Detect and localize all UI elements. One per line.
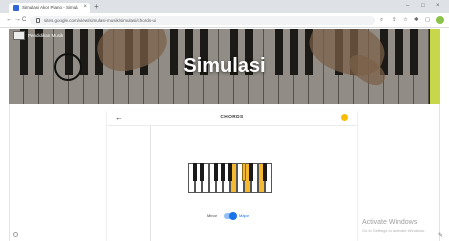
page-title: Simulasi xyxy=(183,55,266,77)
piano-black-key[interactable] xyxy=(263,163,267,181)
maximize-button[interactable]: □ xyxy=(421,1,425,11)
activation-watermark-title: Activate Windows xyxy=(362,219,418,226)
address-bar[interactable]: sites.google.com/view/simulasi-musik/sim… xyxy=(30,16,375,25)
piano-black-key[interactable] xyxy=(193,163,197,181)
major-label[interactable]: Major xyxy=(239,211,249,221)
site-name: Pendidikan Musik xyxy=(28,33,64,38)
sidebar-icon[interactable]: ▢ xyxy=(425,17,430,24)
panel-divider xyxy=(150,126,151,241)
bookmark-star-icon[interactable]: ☆ xyxy=(403,17,408,24)
back-button[interactable]: ← xyxy=(6,16,13,24)
url-text: sites.google.com/view/simulasi-musik/sim… xyxy=(44,18,157,23)
browser-tab[interactable]: Simulasi Akor Piano - Simulasi × xyxy=(9,3,90,13)
forward-button[interactable]: → xyxy=(14,16,21,24)
piano-black-key[interactable] xyxy=(221,163,225,181)
hero-banner: Pendidikan Musik Simulasi xyxy=(9,29,440,104)
toggle-knob xyxy=(229,212,237,220)
activation-watermark-subtitle: Go to Settings to activate Windows. xyxy=(362,228,426,233)
zoom-icon[interactable]: ⌕ xyxy=(380,17,383,24)
panel-header: ← CHORDS xyxy=(107,110,357,126)
major-minor-toggle[interactable] xyxy=(224,212,237,220)
share-icon[interactable]: ⇪ xyxy=(392,17,397,24)
settings-icon[interactable] xyxy=(13,232,18,237)
piano-black-key[interactable] xyxy=(249,163,253,181)
profile-avatar[interactable] xyxy=(436,16,444,24)
tab-close-icon[interactable]: × xyxy=(83,3,87,12)
tab-title: Simulasi Akor Piano - Simulasi xyxy=(22,5,78,10)
new-tab-button[interactable]: + xyxy=(94,2,99,11)
extensions-icon[interactable]: ✱ xyxy=(414,17,419,24)
info-icon[interactable] xyxy=(341,114,348,121)
piano-black-key[interactable] xyxy=(228,163,232,181)
piano-black-key[interactable] xyxy=(242,163,246,181)
piano-black-key[interactable] xyxy=(214,163,218,181)
browser-toolbar: ← → C sites.google.com/view/simulasi-mus… xyxy=(0,13,449,28)
lock-icon xyxy=(36,18,40,23)
simulation-panel: ← CHORDS Minor Major xyxy=(107,110,357,241)
minimize-button[interactable]: – xyxy=(406,1,409,11)
close-window-button[interactable]: × xyxy=(436,1,440,11)
edit-pencil-icon[interactable]: ✎ xyxy=(438,233,443,239)
mode-switch: Minor Major xyxy=(207,211,267,221)
piano-keyboard[interactable] xyxy=(188,163,274,193)
reload-button[interactable]: C xyxy=(22,16,26,24)
site-logo-icon xyxy=(13,31,25,40)
site-favicon-icon xyxy=(13,5,19,11)
piano-black-key[interactable] xyxy=(200,163,204,181)
minor-label[interactable]: Minor xyxy=(207,211,217,221)
tab-strip: Simulasi Akor Piano - Simulasi × + – □ × xyxy=(0,0,449,13)
panel-title: CHORDS xyxy=(220,115,244,120)
